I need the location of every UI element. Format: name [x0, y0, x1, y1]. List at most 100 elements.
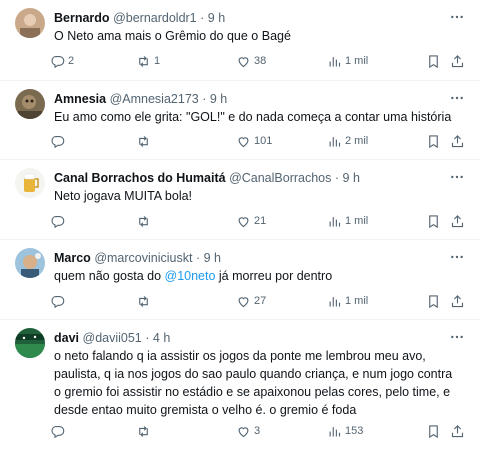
avatar[interactable]: [15, 168, 45, 198]
tweet-header: Bernardo @bernardoldr1 · 9 h: [54, 9, 444, 27]
retweet-count: 1: [154, 55, 161, 67]
more-horizontal-icon: [451, 255, 463, 259]
reply-button[interactable]: [50, 291, 68, 311]
tweet-text: quem não gosta do @10neto já morreu por …: [54, 267, 466, 285]
like-button[interactable]: 27: [236, 291, 266, 311]
display-name[interactable]: Bernardo: [54, 11, 110, 25]
more-options-button[interactable]: [446, 327, 468, 347]
like-count: 3: [254, 425, 261, 437]
bookmark-icon: [429, 134, 438, 148]
like-button[interactable]: 38: [236, 51, 266, 71]
tweet-amnesia[interactable]: Amnesia @Amnesia2173 · 9 h Eu amo como e…: [0, 81, 480, 160]
share-button[interactable]: [450, 421, 465, 441]
heart-icon: [238, 216, 249, 227]
tweet-marco[interactable]: Marco @marcoviniciuskt · 9 h quem não go…: [0, 240, 480, 320]
tweet-text: O Neto ama mais o Grêmio do que o Bagé: [54, 29, 291, 43]
share-button[interactable]: [450, 211, 465, 231]
avatar[interactable]: [15, 8, 45, 38]
views-button[interactable]: 1 mil: [327, 51, 368, 71]
views-count: 153: [345, 425, 364, 437]
bookmark-button[interactable]: [426, 421, 441, 441]
timestamp[interactable]: 9 h: [343, 171, 360, 185]
mention-link[interactable]: @10neto: [165, 269, 216, 283]
more-options-button[interactable]: [446, 7, 468, 27]
user-handle[interactable]: @bernardoldr1: [113, 11, 197, 25]
tweet-text-end: já morreu por dentro: [215, 269, 333, 283]
more-horizontal-icon: [451, 335, 463, 339]
tweet-header: Amnesia @Amnesia2173 · 9 h: [54, 90, 444, 108]
timestamp[interactable]: 9 h: [204, 251, 221, 265]
timestamp[interactable]: 9 h: [210, 92, 227, 106]
reply-icon: [51, 295, 65, 308]
tweet-bernardo[interactable]: Bernardo @bernardoldr1 · 9 h O Neto ama …: [0, 0, 480, 81]
bookmark-icon: [429, 54, 438, 68]
more-options-button[interactable]: [446, 167, 468, 187]
more-horizontal-icon: [451, 175, 463, 179]
avatar[interactable]: [15, 328, 45, 358]
avatar[interactable]: [15, 89, 45, 119]
views-button[interactable]: 153: [327, 421, 363, 441]
bookmark-icon: [429, 214, 438, 228]
bookmark-button[interactable]: [426, 51, 441, 71]
more-horizontal-icon: [451, 96, 463, 100]
like-button[interactable]: 3: [236, 421, 260, 441]
bookmark-icon: [429, 424, 438, 438]
timestamp[interactable]: 9 h: [208, 11, 225, 25]
like-button[interactable]: 101: [236, 131, 272, 151]
share-button[interactable]: [450, 131, 465, 151]
bookmark-button[interactable]: [426, 211, 441, 231]
reply-button[interactable]: [50, 211, 68, 231]
reply-button[interactable]: [50, 421, 68, 441]
user-handle[interactable]: @Amnesia2173: [110, 92, 199, 106]
display-name[interactable]: Marco: [54, 251, 91, 265]
timestamp[interactable]: 4 h: [153, 331, 170, 345]
share-button[interactable]: [450, 291, 465, 311]
retweet-button[interactable]: [136, 211, 154, 231]
action-bar: 3 153: [50, 421, 472, 441]
views-count: 1 mil: [345, 215, 369, 227]
more-options-button[interactable]: [446, 247, 468, 267]
views-bar-chart-icon: [329, 56, 341, 66]
user-handle[interactable]: @marcoviniciuskt: [94, 251, 192, 265]
reply-button[interactable]: 2: [50, 51, 74, 71]
reply-button[interactable]: [50, 131, 68, 151]
retweet-button[interactable]: [136, 291, 154, 311]
retweet-icon: [139, 215, 148, 227]
display-name[interactable]: Amnesia: [54, 92, 106, 106]
separator-dot: ·: [334, 171, 340, 185]
user-handle[interactable]: @davii051: [83, 331, 142, 345]
retweet-icon: [139, 55, 148, 67]
avatar[interactable]: [15, 248, 45, 278]
user-handle[interactable]: @CanalBorrachos: [229, 171, 331, 185]
retweet-button[interactable]: [136, 421, 154, 441]
heart-icon: [238, 296, 249, 307]
bookmark-button[interactable]: [426, 291, 441, 311]
views-button[interactable]: 1 mil: [327, 291, 368, 311]
retweet-button[interactable]: [136, 131, 154, 151]
bookmark-button[interactable]: [426, 131, 441, 151]
views-button[interactable]: 1 mil: [327, 211, 368, 231]
share-icon: [451, 134, 464, 147]
separator-dot: ·: [145, 331, 150, 345]
tweet-davi[interactable]: davi @davii051 · 4 h o neto falando q ia…: [0, 320, 480, 449]
more-options-button[interactable]: [446, 88, 468, 108]
share-icon: [451, 424, 464, 437]
action-bar: 21 1 mil: [50, 211, 472, 231]
like-count: 21: [254, 215, 267, 227]
retweet-button[interactable]: 1: [136, 51, 160, 71]
retweet-icon: [139, 295, 148, 307]
separator-dot: ·: [195, 251, 201, 265]
views-bar-chart-icon: [329, 136, 341, 146]
bookmark-icon: [429, 294, 438, 308]
like-button[interactable]: 21: [236, 211, 266, 231]
display-name[interactable]: Canal Borrachos do Humaitá: [54, 171, 226, 185]
display-name[interactable]: davi: [54, 331, 79, 345]
reply-icon: [51, 215, 65, 228]
tweet-canal-borrachos[interactable]: Canal Borrachos do Humaitá @CanalBorrach…: [0, 160, 480, 240]
share-button[interactable]: [450, 51, 465, 71]
views-count: 1 mil: [345, 55, 369, 67]
views-bar-chart-icon: [329, 426, 341, 436]
views-button[interactable]: 2 mil: [327, 131, 368, 151]
like-count: 101: [254, 135, 273, 147]
tweet-header: Canal Borrachos do Humaitá @CanalBorrach…: [54, 169, 444, 187]
